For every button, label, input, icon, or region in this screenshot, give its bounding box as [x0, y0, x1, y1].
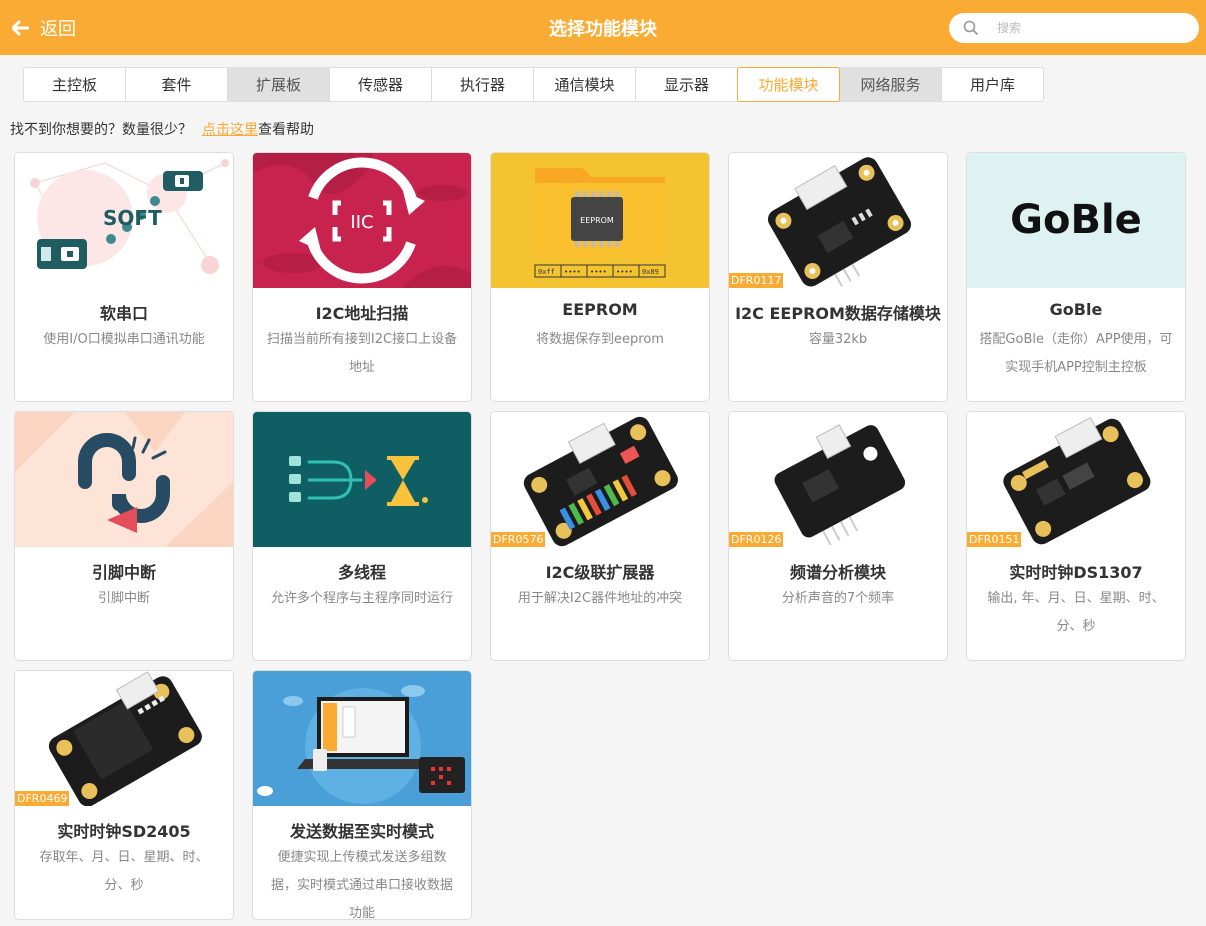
tab-7[interactable]: 功能模块	[737, 67, 840, 102]
module-name: EEPROM	[562, 300, 638, 319]
module-card[interactable]: DFR0151 实时时钟DS1307 输出, 年、月、日、星期、时、分、秒	[966, 411, 1186, 661]
module-card[interactable]: DFR0576 I2C级联扩展器用于解决I2C器件地址的冲突	[490, 411, 710, 661]
module-image: EEPROM 0xff •••• •••• •••• 0x89	[491, 153, 709, 288]
module-image: DFR0126	[729, 412, 947, 547]
top-bar: 返回 选择功能模块	[0, 0, 1206, 55]
module-image	[15, 412, 233, 547]
module-description: 用于解决I2C器件地址的冲突	[517, 591, 683, 606]
soft-label: SOFT	[103, 206, 162, 230]
product-code-badge: DFR0126	[729, 532, 784, 547]
module-description: 扫描当前所有接到I2C接口上设备地址	[266, 332, 458, 375]
module-name: 软串口	[99, 304, 148, 323]
tab-1[interactable]: 套件	[125, 67, 228, 102]
module-card[interactable]: DFR0117 I2C EEPROM数据存储模块容量32kb	[728, 152, 948, 402]
help-line: 找不到你想要的？数量很少？ 点击这里查看帮助	[10, 119, 314, 139]
module-description: 分析声音的7个频率	[781, 591, 895, 606]
module-image: DFR0576	[491, 412, 709, 547]
tab-4[interactable]: 执行器	[431, 67, 534, 102]
byte-4: 0x89	[642, 268, 659, 276]
help-text: 找不到你想要的？数量很少？	[10, 122, 192, 138]
module-image	[253, 671, 471, 806]
product-code-badge: DFR0151	[967, 532, 1022, 547]
tab-0[interactable]: 主控板	[23, 67, 126, 102]
product-code-badge: DFR0469	[15, 791, 70, 806]
module-name: 引脚中断	[91, 563, 156, 582]
module-name: I2C级联扩展器	[545, 563, 655, 582]
byte-2: ••••	[590, 268, 607, 276]
product-code-badge: DFR0117	[729, 273, 784, 288]
module-name: I2C地址扫描	[315, 304, 409, 323]
category-tabs: 主控板 套件 扩展板 传感器 执行器 通信模块 显示器 功能模块 网络服务 用户库	[23, 67, 1044, 102]
module-card[interactable]: 多线程允许多个程序与主程序同时运行	[252, 411, 472, 661]
module-description: 容量32kb	[808, 332, 868, 347]
module-name: GoBle	[1049, 300, 1103, 319]
module-description: 引脚中断	[97, 591, 150, 606]
module-image: DFR0151	[967, 412, 1185, 547]
module-card[interactable]: EEPROM 0xff •••• •••• •••• 0x89 EEPROM 将数…	[490, 152, 710, 402]
tab-6[interactable]: 显示器	[635, 67, 738, 102]
module-image	[253, 412, 471, 547]
search-box[interactable]	[949, 13, 1199, 43]
module-card[interactable]: 引脚中断 引脚中断	[14, 411, 234, 661]
byte-1: ••••	[564, 268, 581, 276]
module-image: IIC	[253, 153, 471, 288]
module-card[interactable]: DFR0469 实时时钟SD2405 存取年、月、日、星期、时、分、秒	[14, 670, 234, 920]
module-description: 允许多个程序与主程序同时运行	[270, 591, 453, 606]
tab-2[interactable]: 扩展板	[227, 67, 330, 102]
module-description: 搭配GoBle（走你）APP使用，可实现手机APP控制主控板	[979, 332, 1173, 375]
module-description: 存取年、月、日、星期、时、分、秒	[39, 850, 209, 893]
module-image: DFR0469	[15, 671, 233, 806]
tab-9[interactable]: 用户库	[941, 67, 1044, 102]
module-name: 多线程	[337, 563, 386, 582]
module-name: 频谱分析模块	[789, 563, 886, 582]
byte-0: 0xff	[538, 268, 555, 276]
search-input[interactable]	[997, 21, 1187, 35]
eeprom-chip-label: EEPROM	[580, 216, 614, 225]
search-icon	[963, 20, 979, 36]
help-suffix: 查看帮助	[258, 122, 314, 138]
module-image: DFR0117	[729, 153, 947, 288]
module-card[interactable]: IIC I2C地址扫描扫描当前所有接到I2C接口上设备地址	[252, 152, 472, 402]
module-description: 便捷实现上传模式发送多组数据，实时模式通过串口接收数据功能	[270, 850, 453, 920]
product-code-badge: DFR0576	[491, 532, 546, 547]
help-link[interactable]: 点击这里	[202, 122, 258, 138]
byte-3: ••••	[616, 268, 633, 276]
module-description: 输出, 年、月、日、星期、时、分、秒	[987, 591, 1165, 634]
module-card[interactable]: SOFT 软串口使用I/O口模拟串口通讯功能	[14, 152, 234, 402]
iic-label: IIC	[350, 212, 373, 233]
module-name: 实时时钟DS1307	[1009, 563, 1143, 582]
module-card[interactable]: GoBle GoBle 搭配GoBle（走你）APP使用，可实现手机APP控制主控…	[966, 152, 1186, 402]
module-card[interactable]: DFR0126 频谱分析模块分析声音的7个频率	[728, 411, 948, 661]
module-description: 将数据保存到eeprom	[536, 332, 664, 347]
module-card[interactable]: 发送数据至实时模式便捷实现上传模式发送多组数据，实时模式通过串口接收数据功能	[252, 670, 472, 920]
tab-8[interactable]: 网络服务	[839, 67, 942, 102]
tab-5[interactable]: 通信模块	[533, 67, 636, 102]
module-description: 使用I/O口模拟串口通讯功能	[43, 332, 205, 347]
goble-logo-text: GoBle	[1010, 197, 1142, 243]
module-image: GoBle	[967, 153, 1185, 288]
module-name: 实时时钟SD2405	[57, 822, 191, 841]
module-name: I2C EEPROM数据存储模块	[735, 304, 941, 323]
module-name: 发送数据至实时模式	[289, 822, 434, 841]
tab-3[interactable]: 传感器	[329, 67, 432, 102]
module-image: SOFT	[15, 153, 233, 288]
